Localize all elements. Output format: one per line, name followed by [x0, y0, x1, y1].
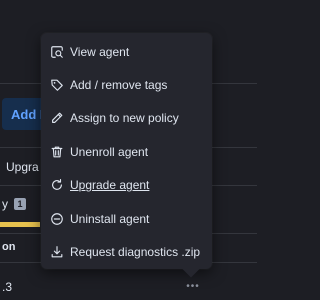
menu-item-uninstall-agent[interactable]: Uninstall agent — [41, 202, 212, 235]
row-label: y — [2, 197, 8, 211]
menu-item-label: Assign to new policy — [70, 111, 179, 126]
agent-version-cell: .3 — [2, 280, 13, 294]
menu-item-add-remove-tags[interactable]: Add / remove tags — [41, 68, 212, 101]
pencil-icon — [50, 111, 64, 125]
menu-item-label: Upgrade agent — [70, 178, 150, 193]
menu-item-label: Unenroll agent — [70, 144, 149, 159]
inspect-icon — [50, 45, 64, 59]
menu-item-label: View agent — [70, 44, 130, 59]
download-icon — [50, 245, 64, 259]
count-badge: 1 — [14, 198, 26, 210]
menu-item-label: Add / remove tags — [70, 78, 168, 93]
status-progress-bar — [0, 222, 40, 227]
menu-item-request-diagnostics[interactable]: Request diagnostics .zip — [41, 235, 212, 268]
menu-item-unenroll-agent[interactable]: Unenroll agent — [41, 135, 212, 168]
minus-circle-icon — [50, 212, 64, 226]
menu-item-view-agent[interactable]: View agent — [41, 35, 212, 68]
agent-actions-menu: View agent Add / remove tags Assign to n… — [41, 33, 212, 269]
menu-item-label: Uninstall agent — [70, 211, 150, 226]
trash-icon — [50, 145, 64, 159]
menu-item-upgrade-agent[interactable]: Upgrade agent — [41, 169, 212, 202]
version-column-header: on — [2, 241, 16, 253]
menu-item-assign-policy[interactable]: Assign to new policy — [41, 102, 212, 135]
upgrade-tab-label[interactable]: Upgra — [6, 160, 39, 174]
fleet-agents-page: Add F Upgra y 1 on .3 ••• View agent Add… — [0, 0, 257, 300]
menu-item-label: Request diagnostics .zip — [70, 245, 201, 260]
more-horizontal-icon[interactable]: ••• — [182, 281, 204, 292]
tag-icon — [50, 78, 64, 92]
refresh-icon — [50, 178, 64, 192]
